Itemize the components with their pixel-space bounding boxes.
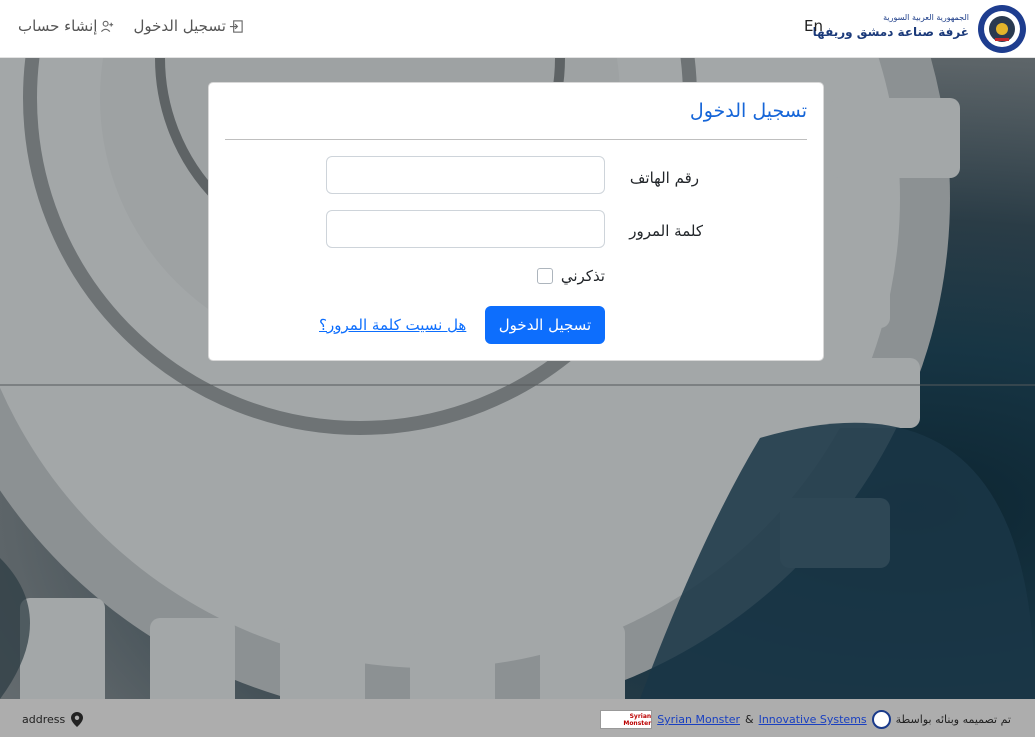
map-pin-icon [71, 712, 84, 727]
password-input[interactable] [326, 210, 605, 248]
login-submit-button[interactable]: تسجيل الدخول [485, 306, 605, 344]
footer-credits: تم تصميمه وبنائه بواسطة Innovative Syste… [600, 710, 1011, 729]
title-divider [225, 139, 807, 140]
footer: address تم تصميمه وبنائه بواسطة Innovati… [0, 699, 1035, 737]
user-plus-icon [101, 20, 114, 32]
credits-prefix: تم تصميمه وبنائه بواسطة [895, 713, 1011, 726]
credits-separator: & [745, 713, 754, 726]
innovative-systems-logo-icon [871, 710, 891, 729]
login-title: تسجيل الدخول [689, 100, 807, 122]
brand-text[interactable]: الجمهورية العربية السورية غرفة صناعة دمش… [813, 12, 969, 40]
remember-me-row: تذكرني [536, 267, 605, 285]
chamber-logo-icon[interactable] [977, 4, 1027, 54]
address-block: address [22, 712, 84, 727]
language-toggle[interactable]: En [804, 17, 823, 35]
top-navbar: الجمهورية العربية السورية غرفة صناعة دمش… [0, 0, 1035, 58]
password-label: كلمة المرور [629, 222, 703, 240]
brand-name: غرفة صناعة دمشق وريفها [812, 25, 969, 39]
phone-input[interactable] [326, 156, 605, 194]
auth-nav: إنشاء حساب تسجيل الدخول [18, 17, 244, 35]
login-icon [229, 19, 243, 33]
nav-register-link[interactable]: إنشاء حساب [18, 17, 115, 35]
remember-me-label: تذكرني [560, 267, 605, 285]
syrian-monster-link[interactable]: Syrian Monster [657, 713, 740, 726]
nav-register-label: إنشاء حساب [18, 17, 98, 35]
brand-country: الجمهورية العربية السورية [883, 13, 969, 22]
remember-me-checkbox[interactable] [536, 268, 553, 284]
login-card: تسجيل الدخول رقم الهاتف كلمة المرور تذكر… [208, 82, 824, 361]
address-text: address [22, 713, 66, 726]
syrian-monster-logo-icon: Syrian Monster [600, 710, 653, 729]
forgot-password-link[interactable]: هل نسيت كلمة المرور؟ [319, 316, 466, 334]
nav-login-label: تسجيل الدخول [133, 17, 226, 35]
nav-login-link[interactable]: تسجيل الدخول [133, 17, 243, 35]
innovative-systems-link[interactable]: Innovative Systems [759, 713, 867, 726]
phone-label: رقم الهاتف [629, 169, 699, 187]
